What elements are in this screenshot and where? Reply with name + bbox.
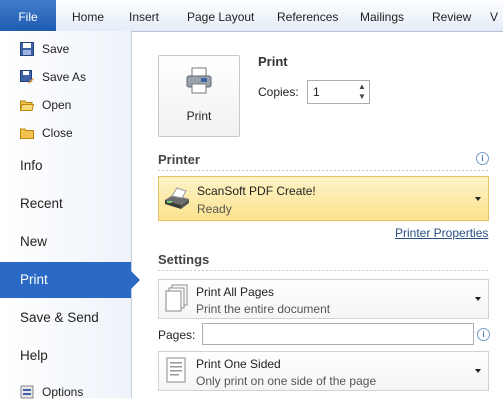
nav-new-label: New — [20, 234, 48, 249]
pages-info-icon[interactable]: i — [477, 328, 490, 341]
printer-divider — [158, 170, 488, 171]
tab-mailings[interactable]: Mailings — [360, 0, 404, 31]
tab-file[interactable]: File — [0, 0, 56, 31]
nav-recent[interactable]: Recent — [0, 186, 131, 222]
settings-section-title: Settings — [158, 252, 210, 267]
printer-properties-link[interactable]: Printer Properties — [395, 226, 488, 240]
save-command[interactable]: Save — [0, 36, 131, 62]
copies-stepper[interactable]: 1 ▲ ▼ — [307, 80, 370, 104]
spin-down-icon[interactable]: ▼ — [358, 92, 366, 101]
close-command[interactable]: Close — [0, 120, 131, 146]
tab-insert[interactable]: Insert — [129, 0, 159, 31]
save-as-label: Save As — [42, 70, 87, 84]
tab-review[interactable]: Review — [432, 0, 471, 31]
printer-name: ScanSoft PDF Create! — [197, 184, 316, 198]
nav-save-send-label: Save & Send — [20, 310, 99, 325]
open-command[interactable]: Open — [0, 92, 131, 118]
nav-new[interactable]: New — [0, 224, 131, 260]
printer-dropdown[interactable]: ScanSoft PDF Create! Ready — [158, 176, 489, 221]
print-button[interactable]: Print — [158, 55, 240, 137]
print-button-label: Print — [186, 109, 212, 123]
printer-dropdown-arrow-icon — [475, 197, 481, 201]
copies-label: Copies: — [258, 85, 299, 99]
selected-arrow — [131, 271, 140, 289]
printer-section-title: Printer — [158, 152, 200, 167]
print-sides-arrow-icon — [475, 369, 481, 373]
nav-recent-label: Recent — [20, 196, 63, 211]
nav-print-label: Print — [20, 272, 48, 287]
copies-spinner[interactable]: ▲ ▼ — [355, 81, 369, 103]
tab-references[interactable]: References — [277, 0, 338, 31]
save-as-icon — [20, 70, 34, 84]
settings-divider — [158, 270, 488, 271]
nav-info[interactable]: Info — [0, 148, 131, 184]
tab-page-layout[interactable]: Page Layout — [187, 0, 254, 31]
pages-input[interactable] — [202, 323, 474, 345]
tab-home[interactable]: Home — [72, 0, 104, 31]
nav-print[interactable]: Print — [0, 262, 140, 298]
nav-info-label: Info — [20, 158, 43, 173]
options-command[interactable]: Options — [0, 379, 131, 405]
printer-status: Ready — [197, 202, 232, 216]
print-title: Print — [258, 54, 288, 69]
options-icon — [20, 385, 34, 399]
ribbon-tab-bar: File Home Insert Page Layout References … — [0, 0, 503, 32]
nav-save-send[interactable]: Save & Send — [0, 300, 131, 336]
nav-help-label: Help — [20, 348, 48, 363]
printer-info-icon[interactable]: i — [476, 152, 489, 165]
print-sides-dropdown[interactable]: Print One Sided Only print on one side o… — [158, 351, 489, 391]
open-folder-icon — [20, 100, 34, 111]
tab-view[interactable]: V — [490, 0, 498, 31]
backstage-nav: Save Save As Open Close Info Recent New … — [0, 31, 140, 399]
print-range-title: Print All Pages — [196, 285, 275, 299]
close-label: Close — [42, 126, 73, 140]
save-as-command[interactable]: Save As — [0, 64, 131, 90]
spin-up-icon[interactable]: ▲ — [358, 82, 366, 91]
save-label: Save — [42, 42, 70, 56]
print-sides-title: Print One Sided — [196, 357, 281, 371]
one-sided-page-icon — [166, 357, 186, 383]
print-sides-desc: Only print on one side of the page — [196, 374, 377, 388]
printer-icon — [186, 67, 212, 94]
save-icon — [20, 42, 34, 56]
options-label: Options — [42, 385, 84, 399]
close-folder-icon — [20, 128, 34, 139]
copies-value: 1 — [313, 85, 320, 99]
print-range-dropdown[interactable]: Print All Pages Print the entire documen… — [158, 279, 489, 319]
printer-device-icon — [165, 187, 189, 209]
print-range-desc: Print the entire document — [196, 302, 331, 316]
pages-label: Pages: — [158, 328, 196, 342]
nav-help[interactable]: Help — [0, 338, 131, 374]
open-label: Open — [42, 98, 72, 112]
pages-stack-icon — [165, 284, 188, 312]
print-range-arrow-icon — [475, 297, 481, 301]
